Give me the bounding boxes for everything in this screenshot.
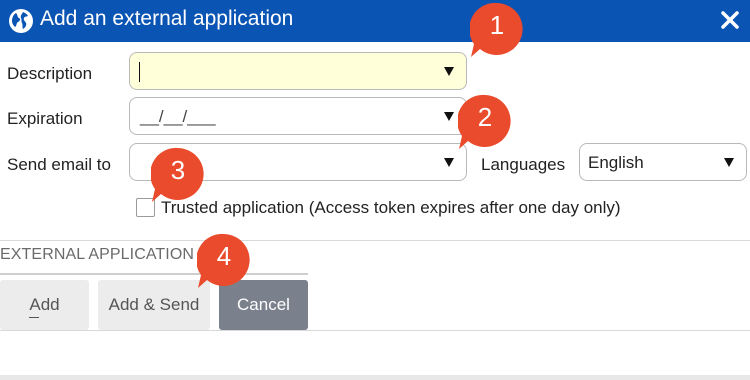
callout-badge-3: 3 [151,145,209,203]
trusted-label: Trusted application (Access token expire… [161,198,621,217]
languages-value: English [588,153,644,172]
accesskey-underline [29,317,39,318]
languages-select[interactable]: English [579,143,747,181]
dropdown-arrow-icon[interactable] [444,67,454,76]
description-label: Description [7,64,93,83]
add-button[interactable]: Add [0,280,89,330]
dropdown-arrow-icon[interactable] [724,158,734,167]
footer-divider [0,330,750,331]
section-divider [0,240,750,241]
description-field[interactable] [129,52,467,90]
dialog-titlebar: Add an external application [0,0,750,42]
add-send-button-label: Add & Send [108,295,200,314]
bottom-edge [0,375,750,380]
dropdown-arrow-icon[interactable] [444,158,454,167]
callout-badge-2: 2 [458,92,516,150]
callout-badge-1: 1 [470,0,528,58]
close-icon[interactable] [718,8,742,32]
expiration-placeholder: __/__/___ [140,107,216,126]
cancel-button-label: Cancel [237,295,290,314]
expiration-label: Expiration [7,109,83,128]
expiration-field[interactable]: __/__/___ [129,97,467,135]
dropdown-arrow-icon[interactable] [444,112,454,121]
add-send-button[interactable]: Add & Send [98,280,210,330]
dialog-title: Add an external application [40,7,294,30]
section-title: EXTERNAL APPLICATION [0,246,195,263]
section-underline [0,273,308,275]
send-email-label: Send email to [7,155,111,174]
globe-icon [9,9,33,33]
callout-badge-4: 4 [197,231,255,289]
text-caret [139,62,140,82]
add-button-label: Add [29,295,60,314]
languages-label: Languages [481,155,566,174]
